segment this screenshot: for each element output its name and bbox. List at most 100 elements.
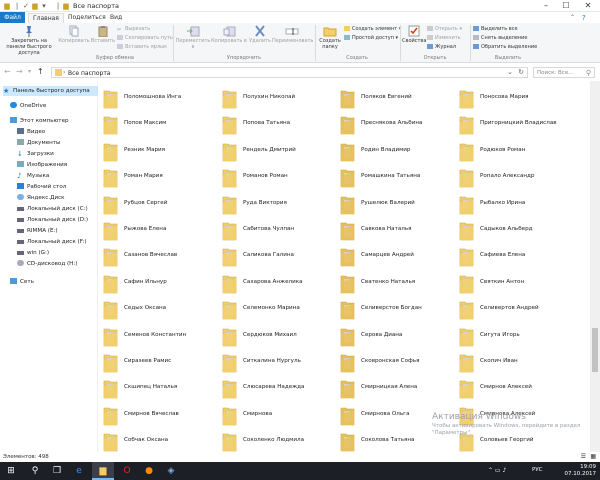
back-icon[interactable]: ← xyxy=(4,67,11,77)
paste-shortcut-button[interactable]: Вставить ярлык xyxy=(117,44,167,50)
tab-home[interactable]: Главная xyxy=(28,13,64,23)
paste-button[interactable]: Вставить xyxy=(90,25,116,44)
nav-documents[interactable]: Документы xyxy=(17,138,60,148)
nav-drive-f[interactable]: Локальный диск (F:) xyxy=(17,237,87,247)
open-button[interactable]: Открыть ▾ xyxy=(427,26,462,32)
up-icon[interactable]: ↑ xyxy=(37,67,44,77)
drive-icon xyxy=(17,218,24,222)
search-input[interactable]: Поиск: Все... ⚲ xyxy=(533,67,595,78)
explorer-taskbar-icon[interactable]: ▆ xyxy=(92,462,114,480)
forward-icon[interactable]: → xyxy=(16,67,23,77)
nav-network[interactable]: Сеть xyxy=(10,277,34,287)
invert-selection-button[interactable]: Обратить выделение xyxy=(473,44,537,50)
nav-video[interactable]: Видео xyxy=(17,127,45,137)
refresh-icon[interactable]: ↻ xyxy=(518,68,524,76)
breadcrumb-current[interactable]: Все паспорта xyxy=(68,70,111,77)
start-button[interactable]: ⊞ xyxy=(0,462,22,480)
tab-file[interactable]: Файл xyxy=(0,12,25,23)
delete-button[interactable]: Удалить xyxy=(248,25,272,44)
help-icon[interactable]: ? xyxy=(578,13,590,23)
input-language[interactable]: РУС xyxy=(532,467,543,473)
computer-icon xyxy=(10,117,17,123)
history-button[interactable]: Журнал xyxy=(427,44,456,50)
nav-pictures[interactable]: Изображения xyxy=(17,160,67,170)
maximize-button[interactable]: ☐ xyxy=(558,0,574,12)
properties-icon[interactable]: ✓ xyxy=(22,2,30,10)
details-view-icon[interactable]: ☰ xyxy=(581,452,586,462)
nav-onedrive[interactable]: OneDrive xyxy=(10,101,46,111)
folder-icon xyxy=(103,117,118,135)
search-taskbar-icon[interactable]: ⚲ xyxy=(24,462,46,480)
nav-drive-g[interactable]: win (G:) xyxy=(17,248,49,258)
copy-to-button[interactable]: Копировать в xyxy=(211,25,247,44)
task-view-icon[interactable]: ❒ xyxy=(46,462,68,480)
move-to-button[interactable]: Переместить в xyxy=(175,25,211,50)
close-button[interactable]: ✕ xyxy=(580,0,596,12)
select-all-button[interactable]: Выделить все xyxy=(473,26,518,32)
clock[interactable]: 19:09 07.10.2017 xyxy=(565,464,597,478)
vertical-scrollbar[interactable] xyxy=(590,81,600,452)
large-icons-view-icon[interactable]: ▦ xyxy=(590,452,596,462)
copy-label: Копировать xyxy=(58,38,90,44)
nav-music[interactable]: ♪ Музыка xyxy=(17,171,49,181)
breadcrumb-separator: › xyxy=(63,69,66,76)
folder-label: Рыбалко Ирина xyxy=(480,199,526,206)
nav-drive-c[interactable]: Локальный диск (C:) xyxy=(17,204,88,214)
rename-button[interactable]: Переименовать xyxy=(272,25,314,44)
nav-drive-d[interactable]: Локальный диск (D:) xyxy=(17,215,88,225)
copy-path-button[interactable]: Скопировать путь xyxy=(117,35,173,41)
folder-icon xyxy=(222,328,237,346)
watermark-title: Активация Windows xyxy=(432,412,526,422)
recent-dropdown-icon[interactable]: ▾ xyxy=(28,67,31,77)
nav-label: Рабочий стол xyxy=(27,184,67,190)
drive-icon xyxy=(17,251,24,255)
rename-label: Переименовать xyxy=(272,38,314,44)
select-none-button[interactable]: Снять выделение xyxy=(473,35,528,41)
folder-icon xyxy=(222,381,237,399)
new-folder-icon[interactable]: ▆ xyxy=(31,2,39,10)
folder-label: Ропало Александр xyxy=(480,173,535,180)
tray-icons[interactable]: ⌃ ▭ ♪ xyxy=(488,467,506,474)
scrollbar-thumb[interactable] xyxy=(592,328,598,372)
new-item-button[interactable]: Создать элемент ▾ xyxy=(344,26,401,32)
firefox-icon[interactable]: ● xyxy=(138,462,160,480)
nav-downloads[interactable]: ↓ Загрузки xyxy=(17,149,54,159)
folder-icon xyxy=(459,169,474,188)
new-folder-button[interactable]: Создать папку xyxy=(317,25,343,50)
copy-path-label: Скопировать путь xyxy=(125,35,173,41)
address-dropdown-icon[interactable]: ⌄ xyxy=(507,68,513,76)
copy-button[interactable]: Копировать xyxy=(58,25,90,44)
nav-cd-drive-h[interactable]: CD-дисковод (H:) xyxy=(17,259,77,269)
cd-drive-icon xyxy=(17,260,24,266)
nav-yandex-disk[interactable]: Яндекс.Диск xyxy=(17,193,65,203)
tab-share[interactable]: Поделиться xyxy=(64,13,110,23)
pictures-folder-icon xyxy=(17,161,24,167)
app-cube-icon[interactable]: ◈ xyxy=(160,462,182,480)
nav-quick-access[interactable]: ★ Панель быстрого доступа xyxy=(3,86,98,96)
properties-button[interactable]: Свойства xyxy=(402,25,426,44)
folder-icon xyxy=(103,275,118,294)
edit-button[interactable]: Изменить xyxy=(427,35,461,41)
folder-icon xyxy=(340,196,355,214)
pin-quick-access-button[interactable]: Закрепить на панели быстрого доступа xyxy=(2,25,56,56)
ribbon-collapse-icon[interactable]: ⌃ xyxy=(566,13,579,23)
nav-desktop[interactable]: Рабочий стол xyxy=(17,182,66,192)
opera-icon[interactable]: O xyxy=(116,462,138,480)
cut-button[interactable]: ✂ Вырезать xyxy=(117,26,150,33)
folder-item[interactable]: Соколенко Людмила xyxy=(218,427,338,452)
tab-view[interactable]: Вид xyxy=(106,13,126,23)
qa-dropdown-icon[interactable]: ▾ xyxy=(40,2,48,10)
easy-access-button[interactable]: Простой доступ ▾ xyxy=(344,35,398,41)
minimize-button[interactable]: – xyxy=(538,0,554,12)
nav-label: Локальный диск (F:) xyxy=(27,239,87,245)
address-bar[interactable]: › Все паспорта ⌄ ↻ xyxy=(51,67,528,78)
folder-icon xyxy=(459,117,474,135)
nav-this-pc[interactable]: Этот компьютер xyxy=(10,116,69,126)
folder-icon xyxy=(103,90,118,109)
folder-icon xyxy=(459,222,474,241)
folder-item[interactable]: Собчак Оксана xyxy=(99,427,219,452)
qa-separator-icon: | xyxy=(15,2,19,10)
edge-icon[interactable]: e xyxy=(68,462,90,480)
nav-drive-e[interactable]: RIMMA (E:) xyxy=(17,226,58,236)
new-item-icon xyxy=(344,26,350,31)
